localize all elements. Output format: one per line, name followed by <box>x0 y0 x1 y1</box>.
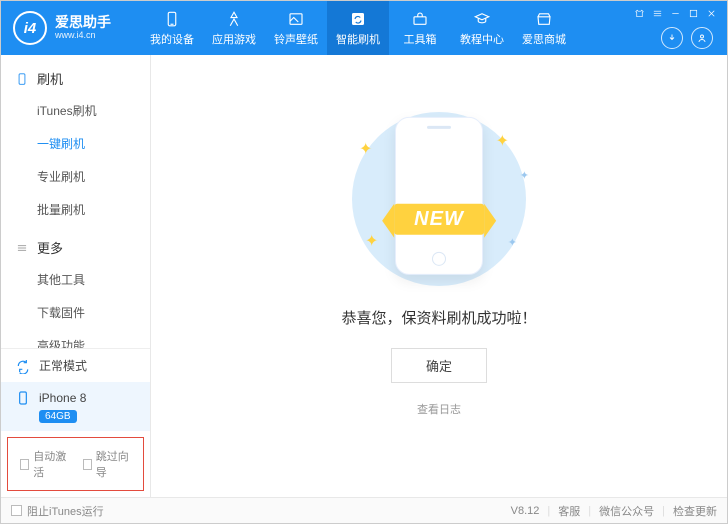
sidebar-item-oneclick-flash[interactable]: 一键刷机 <box>1 127 150 160</box>
logo-subtitle: www.i4.cn <box>55 31 111 41</box>
new-banner: NEW <box>394 204 484 235</box>
version-label: V8.12 <box>511 505 540 517</box>
nav-toolbox[interactable]: 工具箱 <box>389 1 451 55</box>
mode-label: 正常模式 <box>39 357 87 374</box>
mode-status-row[interactable]: 正常模式 <box>1 349 150 382</box>
menu-lines-icon <box>15 241 29 255</box>
sidebar-group-flash: 刷机 <box>1 63 150 94</box>
phone-icon <box>163 10 181 28</box>
logo-block: i4 爱思助手 www.i4.cn <box>1 11 141 45</box>
checkbox-skip-wizard[interactable]: 跳过向导 <box>83 448 132 480</box>
graduation-icon <box>473 10 491 28</box>
logo-text: 爱思助手 www.i4.cn <box>55 15 111 40</box>
checkbox-box-icon <box>20 459 29 470</box>
device-row[interactable]: iPhone 8 64GB <box>1 382 150 431</box>
sparkle-icon: ✦ <box>365 231 378 251</box>
success-message: 恭喜您，保资料刷机成功啦！ <box>341 307 536 328</box>
minimize-icon[interactable] <box>669 7 681 19</box>
nav-label: 爱思商城 <box>522 31 566 47</box>
phone-illustration <box>395 117 483 275</box>
logo-badge: i4 <box>13 11 47 45</box>
wechat-link[interactable]: 微信公众号 <box>599 503 654 519</box>
shirt-icon[interactable] <box>633 7 645 19</box>
checkbox-label: 跳过向导 <box>96 448 131 480</box>
sidebar-group-title: 更多 <box>37 238 63 257</box>
sidebar-group-more: 更多 <box>1 232 150 263</box>
sidebar-bottom: 正常模式 iPhone 8 64GB 自动激活 <box>1 348 150 497</box>
app-body: 刷机 iTunes刷机 一键刷机 专业刷机 批量刷机 更多 其他工具 下载固件 … <box>1 55 727 497</box>
checkbox-label: 自动激活 <box>33 448 68 480</box>
checkbox-label: 阻止iTunes运行 <box>27 503 104 519</box>
sparkle-icon: ✦ <box>520 169 529 182</box>
view-log-link[interactable]: 查看日志 <box>417 401 461 417</box>
sparkle-icon: ✦ <box>508 236 517 249</box>
checkbox-block-itunes[interactable]: 阻止iTunes运行 <box>11 503 104 519</box>
confirm-button[interactable]: 确定 <box>391 348 487 383</box>
main-content: ✦ ✦ ✦ ✦ ✦ NEW 恭喜您，保资料刷机成功啦！ 确定 查看日志 <box>151 55 727 497</box>
download-button[interactable] <box>661 27 683 49</box>
menu-icon[interactable] <box>651 7 663 19</box>
nav-label: 我的设备 <box>150 31 194 47</box>
nav-mall[interactable]: 爱思商城 <box>513 1 575 55</box>
check-update-link[interactable]: 检查更新 <box>673 503 717 519</box>
sidebar-item-download-firmware[interactable]: 下载固件 <box>1 296 150 329</box>
toolbox-icon <box>411 10 429 28</box>
app-header: i4 爱思助手 www.i4.cn 我的设备 应用游戏 铃声壁纸 智能刷机 <box>1 1 727 55</box>
image-icon <box>287 10 305 28</box>
sidebar-item-pro-flash[interactable]: 专业刷机 <box>1 160 150 193</box>
nav-smart-flash[interactable]: 智能刷机 <box>327 1 389 55</box>
customer-service-link[interactable]: 客服 <box>558 503 580 519</box>
nav-label: 铃声壁纸 <box>274 31 318 47</box>
sidebar-item-batch-flash[interactable]: 批量刷机 <box>1 193 150 226</box>
checkbox-auto-activate[interactable]: 自动激活 <box>20 448 69 480</box>
auto-options-box: 自动激活 跳过向导 <box>7 437 144 491</box>
sidebar-item-other-tools[interactable]: 其他工具 <box>1 263 150 296</box>
footer-bar: 阻止iTunes运行 V8.12 | 客服 | 微信公众号 | 检查更新 <box>1 497 727 523</box>
header-circle-buttons <box>661 27 713 49</box>
nav-ringtone-wallpaper[interactable]: 铃声壁纸 <box>265 1 327 55</box>
app-window: i4 爱思助手 www.i4.cn 我的设备 应用游戏 铃声壁纸 智能刷机 <box>0 0 728 524</box>
sparkle-icon: ✦ <box>496 131 509 151</box>
checkbox-box-icon <box>11 505 22 516</box>
nav-my-device[interactable]: 我的设备 <box>141 1 203 55</box>
logo-title: 爱思助手 <box>55 15 111 30</box>
storage-badge: 64GB <box>39 410 77 423</box>
sidebar-item-advanced[interactable]: 高级功能 <box>1 329 150 348</box>
sidebar-item-itunes-flash[interactable]: iTunes刷机 <box>1 94 150 127</box>
checkbox-box-icon <box>83 459 92 470</box>
maximize-icon[interactable] <box>687 7 699 19</box>
nav-label: 智能刷机 <box>336 31 380 47</box>
sidebar: 刷机 iTunes刷机 一键刷机 专业刷机 批量刷机 更多 其他工具 下载固件 … <box>1 55 151 497</box>
refresh-icon <box>349 10 367 28</box>
store-icon <box>535 10 553 28</box>
nav-tutorial[interactable]: 教程中心 <box>451 1 513 55</box>
device-name: iPhone 8 <box>39 391 86 405</box>
apps-icon <box>225 10 243 28</box>
sync-icon <box>15 358 31 374</box>
nav-apps-games[interactable]: 应用游戏 <box>203 1 265 55</box>
nav-label: 教程中心 <box>460 31 504 47</box>
window-controls <box>633 7 717 19</box>
success-illustration: ✦ ✦ ✦ ✦ ✦ NEW <box>329 109 549 289</box>
nav-label: 工具箱 <box>404 31 437 47</box>
footer-right: V8.12 | 客服 | 微信公众号 | 检查更新 <box>511 503 717 519</box>
phone-outline-icon <box>15 72 29 86</box>
sidebar-group-title: 刷机 <box>37 69 63 88</box>
close-icon[interactable] <box>705 7 717 19</box>
user-button[interactable] <box>691 27 713 49</box>
device-icon <box>15 390 31 406</box>
nav-label: 应用游戏 <box>212 31 256 47</box>
sparkle-icon: ✦ <box>359 139 372 159</box>
sidebar-scroll: 刷机 iTunes刷机 一键刷机 专业刷机 批量刷机 更多 其他工具 下载固件 … <box>1 55 150 348</box>
